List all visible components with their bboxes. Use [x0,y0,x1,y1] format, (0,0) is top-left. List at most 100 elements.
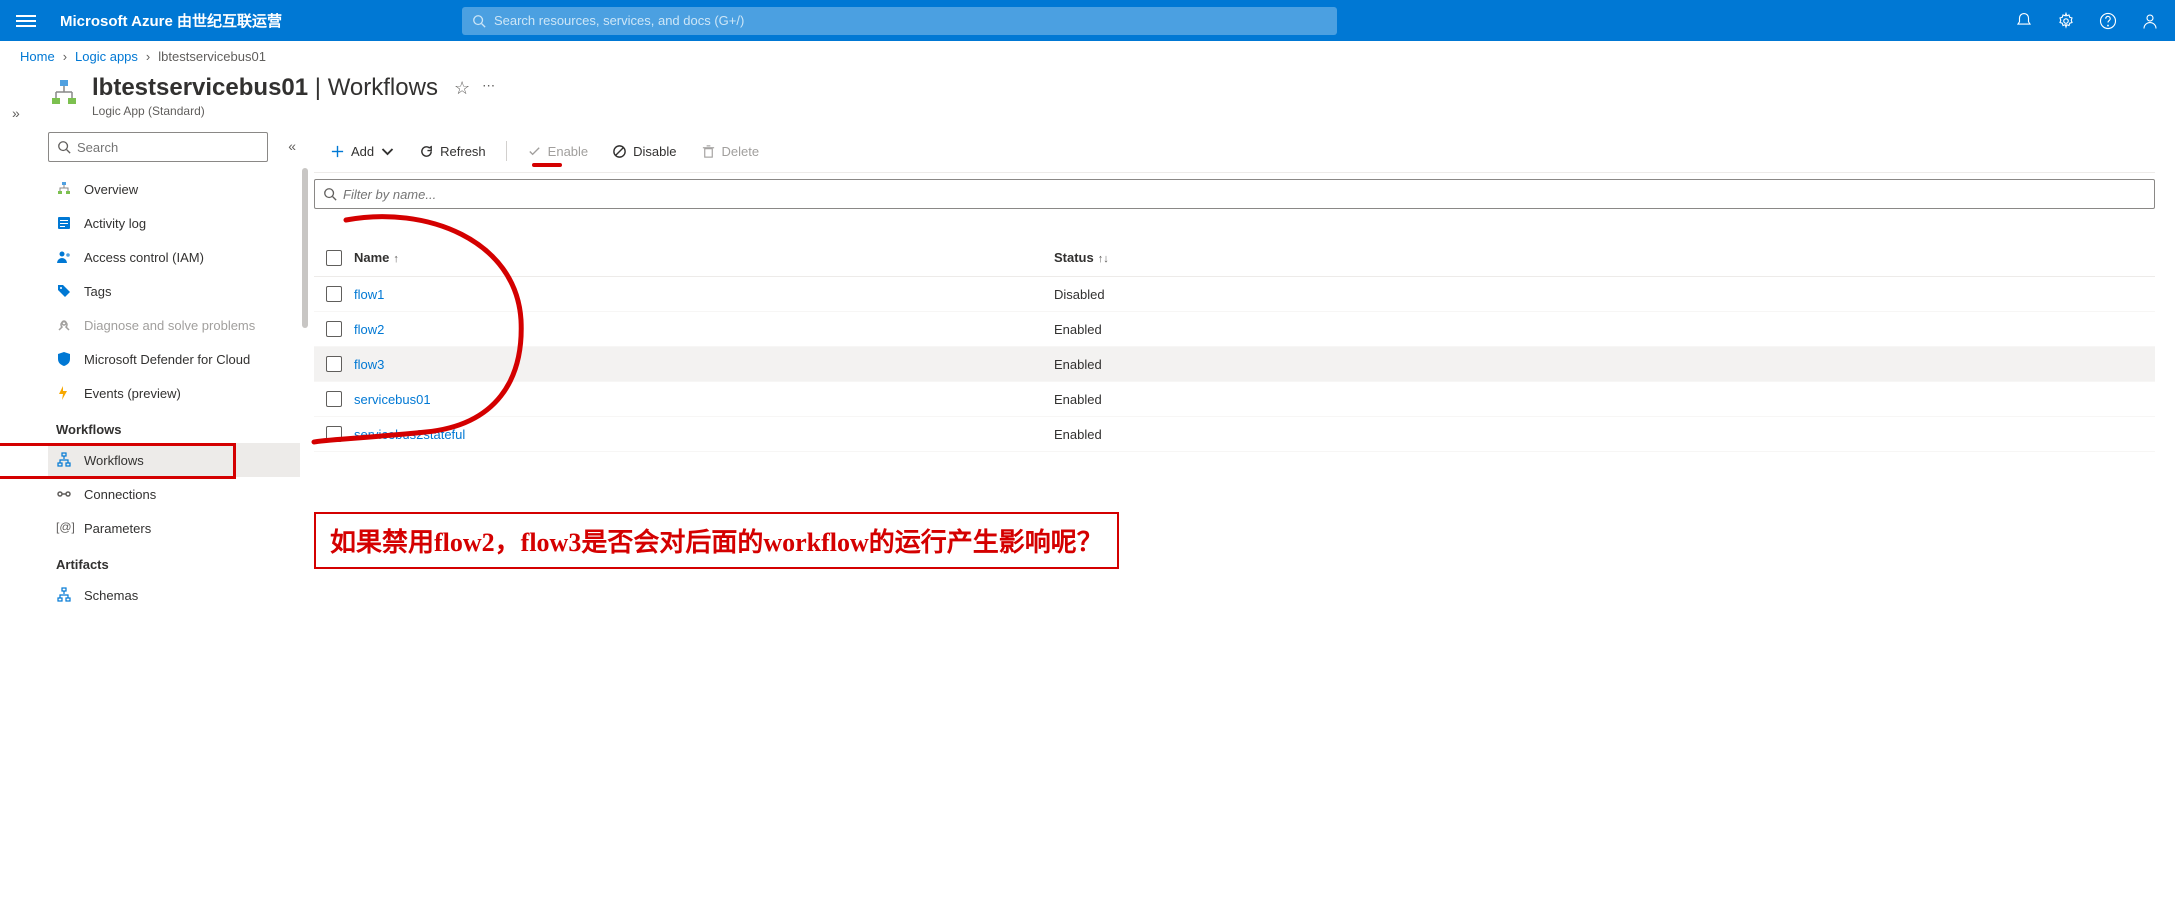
annotation-note-text: 如果禁用flow2，flow3是否会对后面的workflow的运行产生影响呢？ [330,528,1103,557]
sort-asc-icon: ↑ [393,253,399,265]
sort-icon: ↑↓ [1098,253,1109,265]
add-button[interactable]: Add [320,135,405,167]
search-icon [323,187,337,201]
sidebar: « Overview Activity log Access control (… [0,128,310,909]
row-checkbox[interactable] [326,426,342,442]
sidebar-item-workflows[interactable]: Workflows [48,443,300,477]
breadcrumb-sep: › [63,49,67,64]
activity-log-icon [56,215,72,231]
column-status[interactable]: Status↑↓ [1054,250,1254,265]
page-header: lbtestservicebus01 | Workflows Logic App… [0,68,2175,128]
refresh-icon [419,144,434,159]
sidebar-item-diagnose[interactable]: Diagnose and solve problems [48,308,300,342]
help-icon[interactable] [2099,12,2117,30]
row-checkbox[interactable] [326,356,342,372]
workflow-link[interactable]: flow1 [354,287,384,302]
sidebar-scrollbar[interactable] [302,168,308,328]
expand-sidebar-icon[interactable]: » [12,105,20,121]
table-row[interactable]: flow3 Enabled [314,347,2155,382]
sidebar-item-tags[interactable]: Tags [48,274,300,308]
plus-icon [330,144,345,159]
brand-label: Microsoft Azure 由世纪互联运营 [60,10,282,31]
more-icon[interactable]: ⋯ [482,78,495,99]
select-all-checkbox[interactable] [326,250,342,266]
notifications-icon[interactable] [2015,12,2033,30]
feedback-icon[interactable] [2141,12,2159,30]
workflow-link[interactable]: servicebus01 [354,392,431,407]
annotation-red-underline [532,163,562,167]
sidebar-item-parameters[interactable]: [@] Parameters [48,511,300,545]
disable-icon [612,144,627,159]
events-icon [56,385,72,401]
shield-icon [56,351,72,367]
breadcrumb-sep: › [146,49,150,64]
table-row[interactable]: servicebus2stateful Enabled [314,417,2155,452]
check-icon [527,144,542,159]
status-cell: Disabled [1054,287,1254,302]
workflow-link[interactable]: flow2 [354,322,384,337]
parameters-icon: [@] [56,520,72,536]
main-content: Add Refresh Enable Disable Delete [310,128,2175,909]
tags-icon [56,283,72,299]
workflow-link[interactable]: flow3 [354,357,384,372]
sidebar-item-connections[interactable]: Connections [48,477,300,511]
sidebar-search-input[interactable] [77,140,259,155]
global-search-placeholder: Search resources, services, and docs (G+… [494,13,744,28]
status-cell: Enabled [1054,322,1254,337]
trash-icon [701,144,716,159]
disable-button[interactable]: Disable [602,135,686,167]
hamburger-menu[interactable] [16,15,36,27]
row-checkbox[interactable] [326,321,342,337]
row-checkbox[interactable] [326,391,342,407]
filter-input[interactable] [314,179,2155,209]
row-checkbox[interactable] [326,286,342,302]
sidebar-item-schemas[interactable]: Schemas [48,578,300,612]
annotation-note-box: 如果禁用flow2，flow3是否会对后面的workflow的运行产生影响呢？ [314,512,1119,569]
status-cell: Enabled [1054,392,1254,407]
delete-button[interactable]: Delete [691,135,770,167]
workflows-table: Name↑ Status↑↓ flow1 Disabled flow2 Enab… [314,239,2155,452]
toolbar: Add Refresh Enable Disable Delete [314,132,2155,170]
favorite-icon[interactable]: ☆ [454,78,470,99]
refresh-button[interactable]: Refresh [409,135,496,167]
page-title: lbtestservicebus01 | Workflows [92,74,438,102]
column-name[interactable]: Name↑ [354,250,1054,265]
breadcrumb-home[interactable]: Home [20,49,55,64]
chevron-down-icon [380,144,395,159]
global-search[interactable]: Search resources, services, and docs (G+… [462,7,1337,35]
table-row[interactable]: flow1 Disabled [314,277,2155,312]
table-row[interactable]: flow2 Enabled [314,312,2155,347]
collapse-sidebar-icon[interactable]: « [288,138,296,154]
sidebar-search[interactable] [48,132,268,162]
workflows-icon [56,452,72,468]
page-subtitle: Logic App (Standard) [92,104,438,118]
status-cell: Enabled [1054,357,1254,372]
sidebar-item-events[interactable]: Events (preview) [48,376,300,410]
breadcrumb-logic-apps[interactable]: Logic apps [75,49,138,64]
topbar-actions [2015,12,2159,30]
top-bar: Microsoft Azure 由世纪互联运营 Search resources… [0,0,2175,41]
sidebar-item-access-control[interactable]: Access control (IAM) [48,240,300,274]
sidebar-item-activity-log[interactable]: Activity log [48,206,300,240]
table-row[interactable]: servicebus01 Enabled [314,382,2155,417]
workflow-link[interactable]: servicebus2stateful [354,427,465,442]
search-icon [57,140,71,154]
toolbar-separator [506,141,507,161]
table-header: Name↑ Status↑↓ [314,239,2155,277]
status-cell: Enabled [1054,427,1254,442]
sidebar-section-workflows: Workflows [48,410,300,443]
sidebar-item-overview[interactable]: Overview [48,172,300,206]
breadcrumb-current: lbtestservicebus01 [158,49,266,64]
filter-input-field[interactable] [343,187,2146,202]
overview-icon [56,181,72,197]
settings-icon[interactable] [2057,12,2075,30]
search-icon [472,14,486,28]
diagnose-icon [56,317,72,333]
sidebar-section-artifacts: Artifacts [48,545,300,578]
breadcrumb: Home › Logic apps › lbtestservicebus01 [0,41,2175,68]
connections-icon [56,486,72,502]
sidebar-item-defender[interactable]: Microsoft Defender for Cloud [48,342,300,376]
logic-app-icon [48,78,80,110]
schemas-icon [56,587,72,603]
access-control-icon [56,249,72,265]
